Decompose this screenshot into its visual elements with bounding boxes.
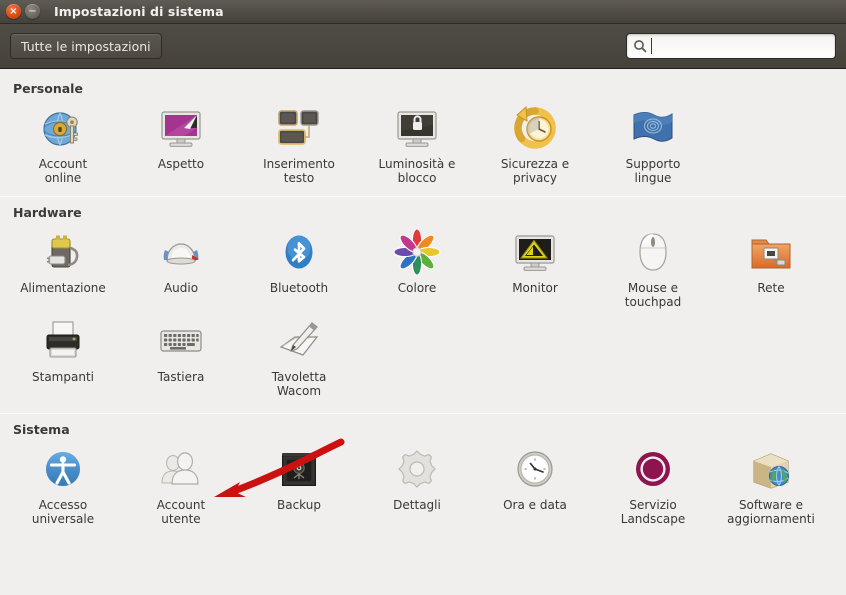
settings-item-appearance[interactable]: Aspetto (122, 100, 240, 189)
power-icon (39, 228, 87, 276)
settings-item-network[interactable]: Rete (712, 224, 830, 313)
mouse-touchpad-icon (629, 228, 677, 276)
settings-content: Personale Account online Aspetto Inserim… (0, 69, 846, 595)
displays-icon (511, 228, 559, 276)
settings-item-online-accounts[interactable]: Account online (4, 100, 122, 189)
settings-item-label: Supporto lingue (625, 157, 681, 186)
toolbar: Tutte le impostazioni (0, 24, 846, 69)
printers-icon (39, 317, 87, 365)
settings-item-text-entry[interactable]: Inserimento testo (240, 100, 358, 189)
time-date-icon (511, 445, 559, 493)
settings-item-label: Inserimento testo (263, 157, 335, 186)
grid-hardware: Alimentazione Audio Bluetooth Colore Mon… (0, 224, 846, 402)
settings-item-label: Colore (397, 281, 437, 296)
settings-item-label: Account online (38, 157, 88, 186)
settings-item-user-accounts[interactable]: Account utente (122, 441, 240, 530)
settings-item-label: Aspetto (157, 157, 205, 171)
section-divider (0, 196, 846, 198)
search-box[interactable] (626, 33, 836, 59)
landscape-service-icon (629, 445, 677, 493)
window-title: Impostazioni di sistema (54, 4, 224, 19)
settings-item-label: Monitor (512, 281, 558, 296)
settings-item-language-support[interactable]: Supporto lingue (594, 100, 712, 189)
settings-item-label: Accesso universale (31, 498, 95, 527)
settings-item-wacom-tablet[interactable]: Tavoletta Wacom (240, 313, 358, 402)
section-personale: Personale Account online Aspetto Inserim… (0, 75, 846, 198)
universal-access-icon (39, 445, 87, 493)
security-privacy-icon (511, 104, 559, 152)
window-titlebar: × − Impostazioni di sistema (0, 0, 846, 24)
software-updates-icon (747, 445, 795, 493)
settings-item-label: Sicurezza e privacy (500, 157, 570, 186)
settings-item-label: Alimentazione (20, 281, 106, 296)
brightness-lock-icon (393, 104, 441, 152)
settings-item-label: Rete (757, 281, 785, 296)
sound-icon (157, 228, 205, 276)
grid-sistema: Accesso universale Account utente Backup… (0, 441, 846, 530)
section-title-personale: Personale (13, 81, 83, 96)
close-icon[interactable]: × (6, 4, 21, 19)
settings-item-time-date[interactable]: Ora e data (476, 441, 594, 530)
settings-item-label: Dettagli (393, 498, 441, 513)
settings-item-bluetooth[interactable]: Bluetooth (240, 224, 358, 313)
settings-item-sound[interactable]: Audio (122, 224, 240, 313)
settings-item-power[interactable]: Alimentazione (4, 224, 122, 313)
settings-item-brightness-lock[interactable]: Luminosità e blocco (358, 100, 476, 189)
settings-item-label: Luminosità e blocco (378, 157, 456, 186)
settings-item-details[interactable]: Dettagli (358, 441, 476, 530)
settings-item-label: Bluetooth (269, 281, 329, 296)
backup-icon (275, 445, 323, 493)
section-divider (0, 413, 846, 415)
details-icon (393, 445, 441, 493)
settings-item-backup[interactable]: Backup (240, 441, 358, 530)
settings-item-label: Account utente (156, 498, 206, 527)
settings-item-security-privacy[interactable]: Sicurezza e privacy (476, 100, 594, 189)
user-accounts-icon (157, 445, 205, 493)
settings-item-label: Tavoletta Wacom (271, 370, 327, 399)
color-icon (393, 228, 441, 276)
settings-item-label: Tastiera (157, 370, 205, 385)
settings-item-label: Servizio Landscape (620, 498, 686, 527)
settings-item-landscape-service[interactable]: Servizio Landscape (594, 441, 712, 530)
language-support-icon (629, 104, 677, 152)
appearance-icon (157, 104, 205, 152)
keyboard-icon (157, 317, 205, 365)
section-title-sistema: Sistema (13, 422, 70, 438)
system-settings-window: × − Impostazioni di sistema Tutte le imp… (0, 0, 846, 595)
search-input[interactable] (651, 37, 829, 57)
bluetooth-icon (275, 228, 323, 276)
settings-item-label: Software e aggiornamenti (727, 498, 815, 527)
settings-item-label: Audio (163, 281, 199, 296)
section-title-hardware: Hardware (13, 205, 82, 221)
section-sistema: Sistema Accesso universale Account utent… (0, 416, 846, 530)
settings-item-keyboard[interactable]: Tastiera (122, 313, 240, 402)
settings-item-label: Backup (277, 498, 321, 513)
settings-item-software-updates[interactable]: Software e aggiornamenti (712, 441, 830, 530)
minimize-icon[interactable]: − (25, 4, 40, 19)
settings-item-mouse-touchpad[interactable]: Mouse e touchpad (594, 224, 712, 313)
grid-personale: Account online Aspetto Inserimento testo… (0, 100, 846, 189)
all-settings-label: Tutte le impostazioni (21, 38, 151, 54)
settings-item-printers[interactable]: Stampanti (4, 313, 122, 402)
settings-item-label: Stampanti (32, 370, 94, 385)
settings-item-label: Mouse e touchpad (624, 281, 682, 310)
settings-item-universal-access[interactable]: Accesso universale (4, 441, 122, 530)
settings-item-color[interactable]: Colore (358, 224, 476, 313)
settings-item-displays[interactable]: Monitor (476, 224, 594, 313)
section-hardware: Hardware Alimentazione Audio Bluetooth C… (0, 199, 846, 415)
settings-item-label: Ora e data (503, 498, 567, 513)
all-settings-button[interactable]: Tutte le impostazioni (10, 33, 162, 59)
wacom-tablet-icon (275, 317, 323, 365)
online-accounts-icon (39, 104, 87, 152)
network-icon (747, 228, 795, 276)
text-entry-icon (275, 104, 323, 152)
search-icon (634, 40, 647, 53)
